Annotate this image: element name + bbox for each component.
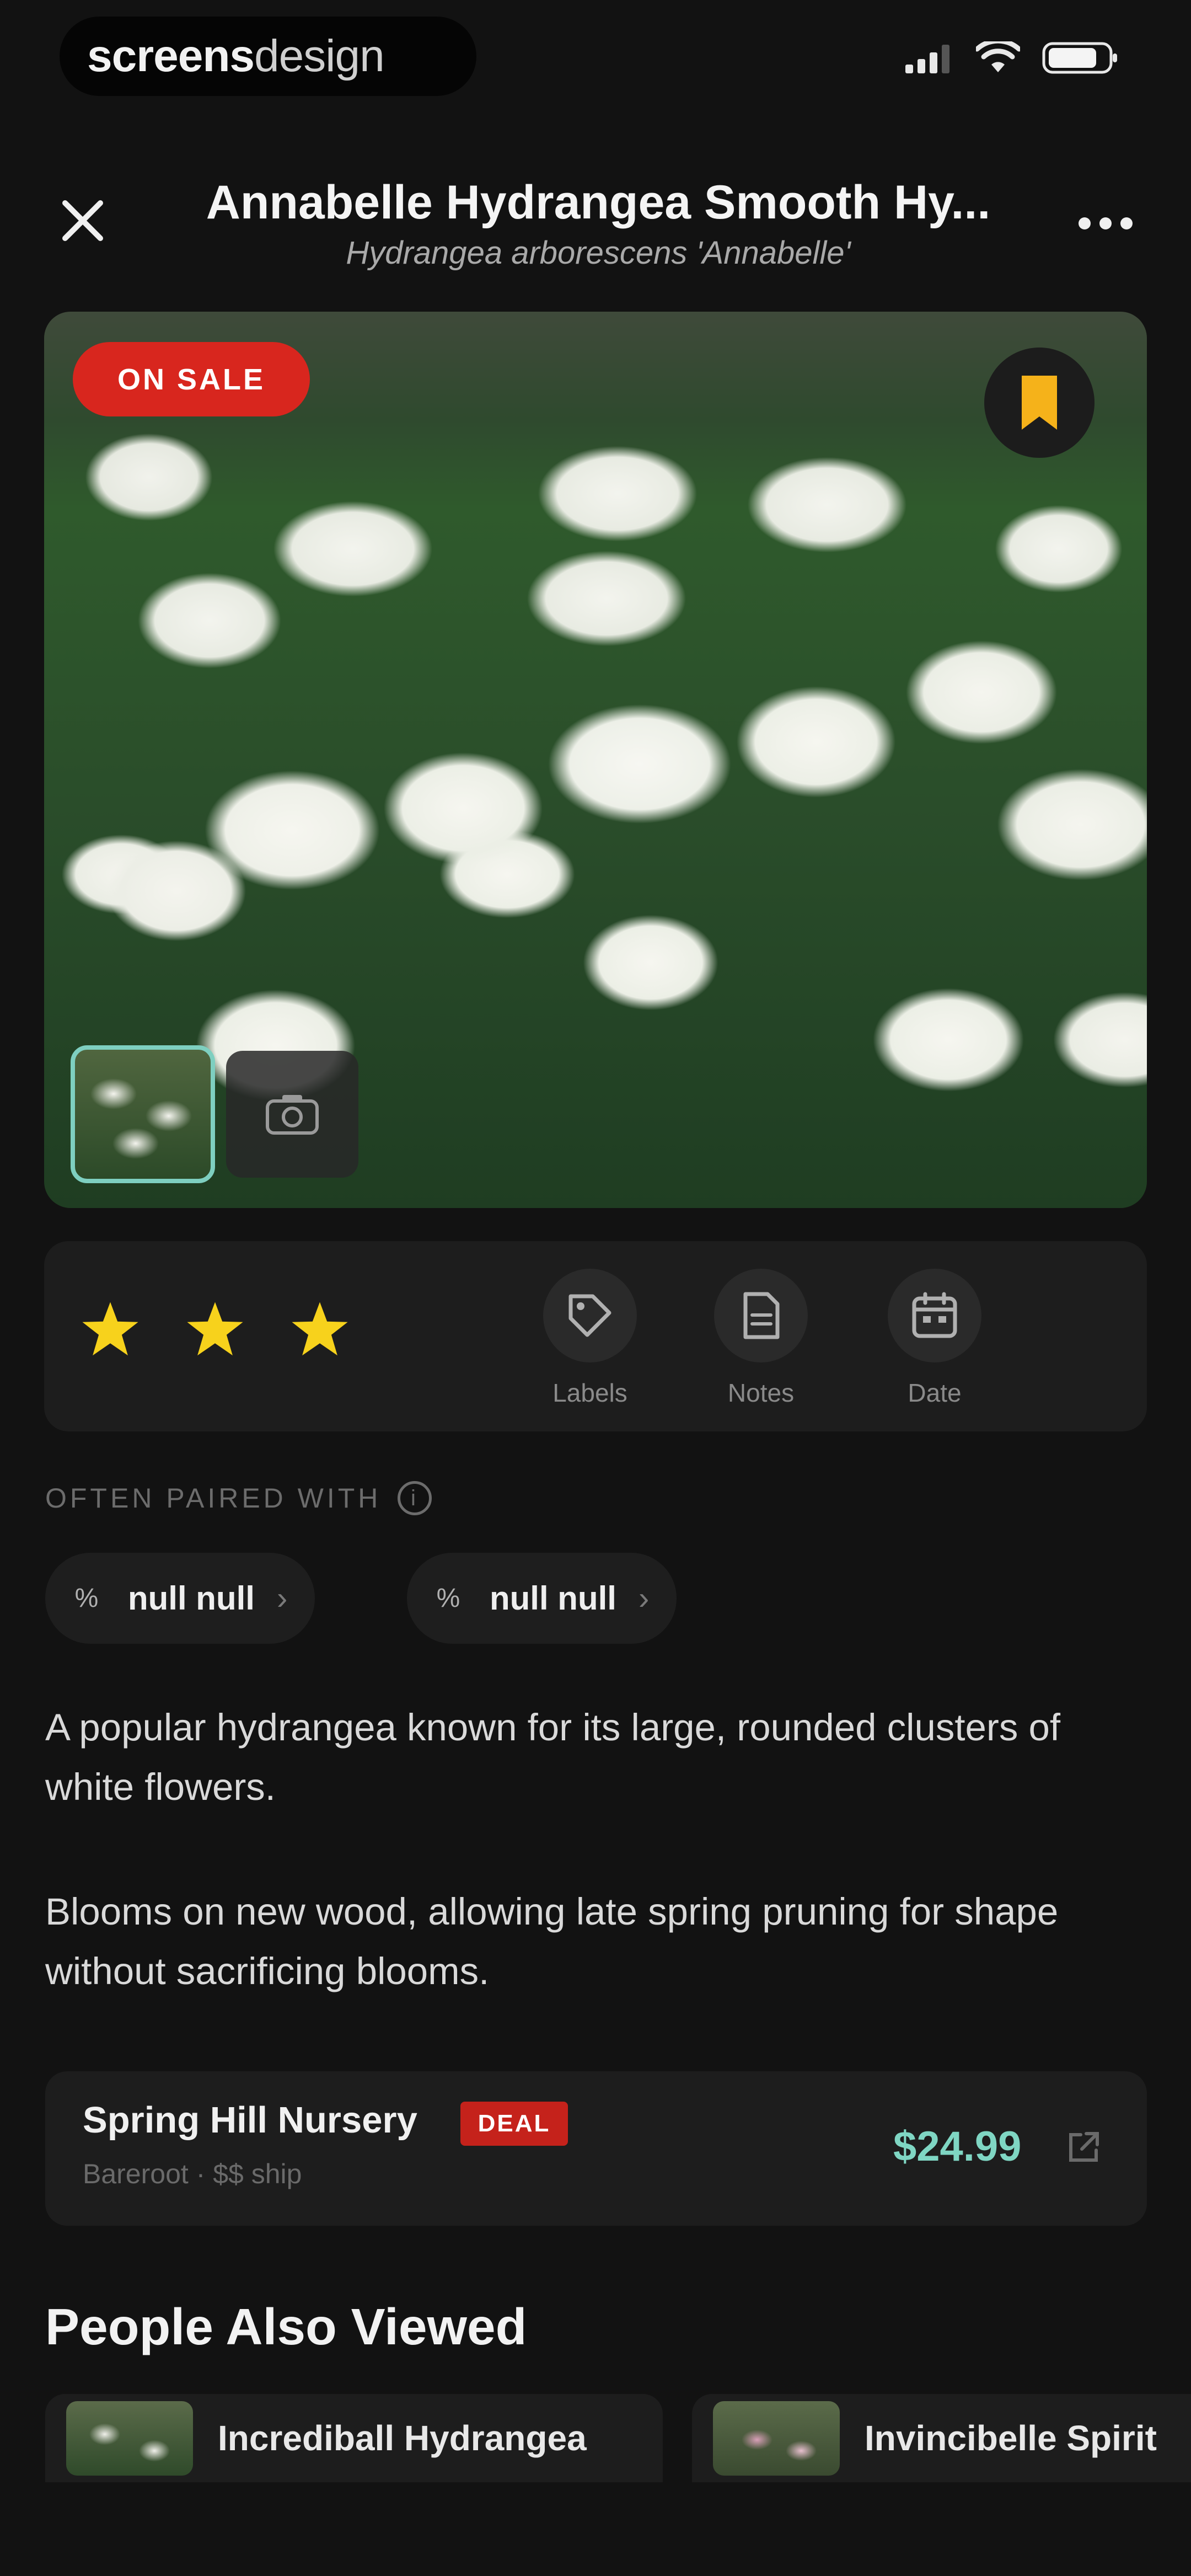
wifi-icon — [976, 41, 1020, 72]
often-paired-title: OFTEN PAIRED WITH — [45, 1483, 382, 1514]
notes-label: Notes — [727, 1378, 795, 1407]
status-icons — [904, 39, 1119, 77]
related-plant-name: Invincibelle Spirit — [865, 2418, 1157, 2458]
paired-chip-percent: % — [74, 1584, 99, 1613]
close-button[interactable] — [52, 190, 113, 251]
paired-chip-name: null null — [128, 1580, 255, 1617]
external-link-icon[interactable] — [1064, 2128, 1103, 2167]
tag-icon — [568, 1294, 611, 1337]
star-icon[interactable] — [80, 1299, 141, 1360]
camera-icon — [266, 1095, 319, 1135]
chevron-right-icon: › — [276, 1580, 288, 1616]
paired-chip-name: null null — [490, 1580, 616, 1617]
chevron-right-icon: › — [638, 1580, 650, 1616]
often-paired-heading: OFTEN PAIRED WITH i — [45, 1481, 432, 1515]
labels-button[interactable] — [543, 1269, 637, 1362]
add-photo-button[interactable] — [226, 1051, 358, 1178]
bookmark-icon — [1022, 376, 1057, 430]
more-options-button[interactable] — [1067, 199, 1144, 248]
deal-badge: DEAL — [460, 2102, 568, 2146]
paired-chip-percent: % — [436, 1584, 460, 1613]
labels-label: Labels — [552, 1378, 627, 1407]
photo-thumbnail-selected[interactable] — [71, 1045, 215, 1183]
people-also-viewed-heading: People Also Viewed — [45, 2298, 527, 2355]
nursery-meta: Bareroot · $$ ship — [83, 2158, 302, 2189]
star-icon[interactable] — [289, 1299, 350, 1360]
brand-watermark: screens design — [60, 17, 476, 96]
description-paragraph: A popular hydrangea known for its large,… — [45, 1706, 1061, 1808]
labels-action[interactable]: Labels — [535, 1269, 645, 1408]
note-icon — [743, 1292, 780, 1339]
date-action[interactable]: Date — [879, 1269, 990, 1408]
more-dot-icon — [1079, 217, 1091, 229]
battery-icon — [1042, 42, 1117, 74]
paired-plant-chip[interactable]: % null null › — [45, 1553, 315, 1644]
page-subtitle: Hydrangea arborescens 'Annabelle' — [346, 235, 851, 271]
sale-badge: ON SALE — [73, 342, 310, 416]
date-label: Date — [908, 1378, 962, 1407]
page-title: Annabelle Hydrangea Smooth Hy... — [206, 176, 991, 229]
description-paragraph: Blooms on new wood, allowing late spring… — [45, 1890, 1059, 1992]
info-icon[interactable]: i — [398, 1481, 432, 1515]
star-icon[interactable] — [185, 1299, 245, 1360]
notes-button[interactable] — [714, 1269, 808, 1362]
more-dot-icon — [1099, 217, 1112, 229]
bookmark-button[interactable] — [984, 348, 1095, 458]
star-rating[interactable] — [80, 1299, 350, 1360]
calendar-icon — [912, 1292, 957, 1338]
paired-plant-chip[interactable]: % null null › — [407, 1553, 677, 1644]
nursery-name: Spring Hill Nursery — [83, 2099, 417, 2141]
related-plant-thumbnail — [713, 2401, 840, 2476]
more-dot-icon — [1120, 217, 1133, 229]
related-plant-name: Incrediball Hydrangea — [218, 2418, 587, 2458]
brand-light-text: design — [254, 31, 385, 81]
offer-price: $24.99 — [893, 2123, 1022, 2170]
related-plant-thumbnail — [66, 2401, 193, 2476]
related-plant-card[interactable]: Incrediball Hydrangea — [45, 2394, 663, 2482]
related-plant-card[interactable]: Invincibelle Spirit — [692, 2394, 1191, 2482]
brand-bold-text: screens — [87, 31, 255, 81]
close-icon — [62, 200, 103, 241]
notes-action[interactable]: Notes — [706, 1269, 816, 1408]
date-button[interactable] — [888, 1269, 981, 1362]
cellular-signal-icon — [905, 45, 949, 73]
